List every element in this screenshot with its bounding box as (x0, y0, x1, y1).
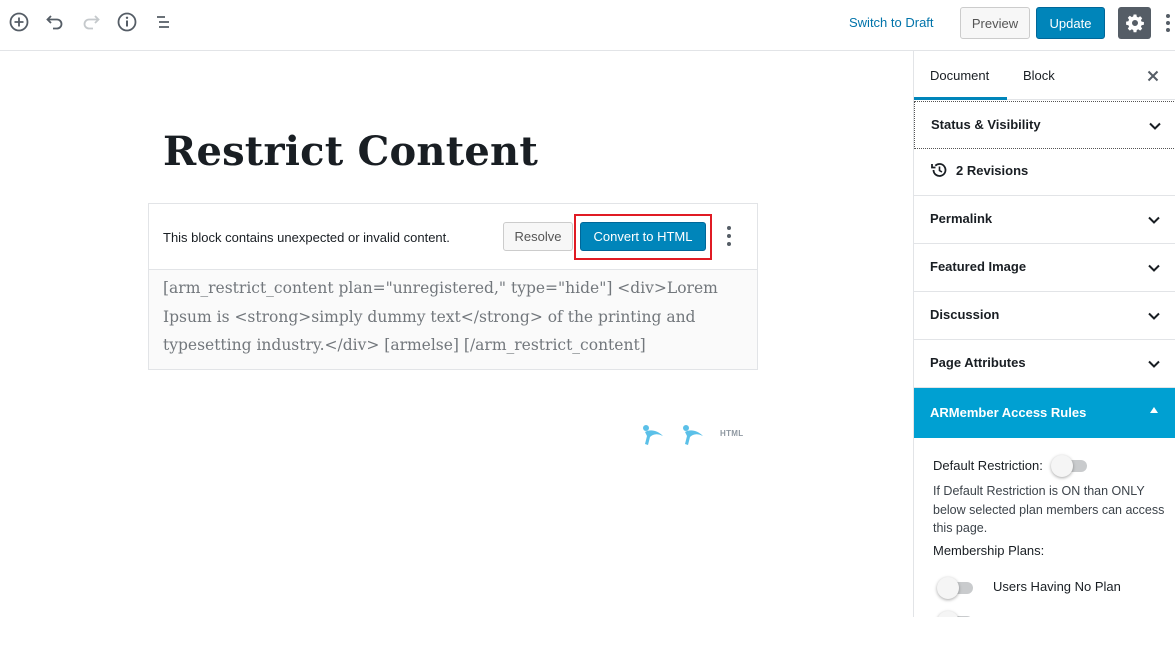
plan-label: Users Having No Plan (993, 579, 1121, 594)
default-restriction-toggle[interactable] (1051, 455, 1091, 477)
caret-up-icon (1150, 407, 1158, 413)
plan-toggle[interactable] (937, 611, 977, 617)
close-icon[interactable] (1144, 67, 1162, 85)
panel-discussion[interactable]: Discussion (914, 292, 1175, 340)
panel-featured-image[interactable]: Featured Image (914, 244, 1175, 292)
panel-title: Status & Visibility (931, 117, 1041, 132)
revisions-link[interactable]: 2 Revisions (956, 163, 1028, 178)
block-warning-message: This block contains unexpected or invali… (163, 230, 450, 245)
default-restriction-help: If Default Restriction is ON than ONLY b… (933, 484, 1165, 535)
panel-page-attributes[interactable]: Page Attributes (914, 340, 1175, 388)
more-vertical-icon (727, 226, 731, 230)
html-block-icon[interactable]: HTML (720, 429, 743, 438)
panel-status-visibility[interactable]: Status & Visibility (914, 101, 1175, 149)
panel-title: Featured Image (930, 259, 1027, 274)
block-navigation-icon[interactable] (149, 8, 177, 36)
chevron-down-icon (1148, 312, 1160, 320)
more-vertical-icon (1166, 14, 1170, 18)
sidebar-tabs: Document Block (914, 51, 1175, 100)
chevron-down-icon (1148, 360, 1160, 368)
tab-block[interactable]: Block (1023, 51, 1055, 100)
block-inserter-shortcuts: HTML (640, 420, 750, 448)
tab-document[interactable]: Document (914, 51, 1007, 100)
membership-plans-label: Membership Plans: (933, 543, 1045, 558)
panel-armember-access-rules[interactable]: ARMember Access Rules (914, 388, 1175, 438)
block-warning-bar: This block contains unexpected or invali… (149, 204, 757, 270)
history-icon (931, 163, 947, 177)
panel-permalink[interactable]: Permalink (914, 196, 1175, 244)
invalid-block[interactable]: This block contains unexpected or invali… (148, 203, 758, 370)
chevron-down-icon (1148, 216, 1160, 224)
preview-button[interactable]: Preview (960, 7, 1030, 39)
add-block-icon[interactable] (5, 8, 33, 36)
more-menu-button[interactable] (1161, 9, 1175, 37)
panel-revisions[interactable]: 2 Revisions (914, 148, 1175, 196)
armember-block-icon[interactable] (680, 422, 706, 446)
resolve-button[interactable]: Resolve (503, 222, 573, 251)
plan-toggle-no-plan[interactable] (937, 577, 977, 599)
update-button[interactable]: Update (1036, 7, 1105, 39)
convert-to-html-button[interactable]: Convert to HTML (580, 222, 706, 251)
redo-icon[interactable] (77, 8, 105, 36)
chevron-down-icon (1149, 122, 1161, 130)
panel-title: ARMember Access Rules (930, 405, 1087, 420)
post-title[interactable]: Restrict Content (163, 128, 538, 175)
panel-title: Permalink (930, 211, 993, 226)
switch-to-draft-link[interactable]: Switch to Draft (849, 15, 934, 30)
gear-icon (1125, 14, 1144, 33)
editor-toolbar: Switch to Draft Preview Update (0, 0, 1175, 51)
settings-button[interactable] (1118, 7, 1151, 39)
settings-sidebar: Document Block Status & Visibility 2 Rev… (913, 51, 1175, 617)
default-restriction-label: Default Restriction: (933, 458, 1043, 473)
chevron-down-icon (1148, 264, 1160, 272)
info-icon[interactable] (113, 8, 141, 36)
panel-title: Discussion (930, 307, 1000, 322)
armember-panel-body: Default Restriction: If Default Restrict… (914, 438, 1175, 617)
block-raw-content: [arm_restrict_content plan="unregistered… (149, 270, 757, 369)
block-more-options-button[interactable] (725, 226, 733, 246)
armember-block-icon[interactable] (640, 422, 666, 446)
undo-icon[interactable] (41, 8, 69, 36)
panel-title: Page Attributes (930, 355, 1026, 370)
